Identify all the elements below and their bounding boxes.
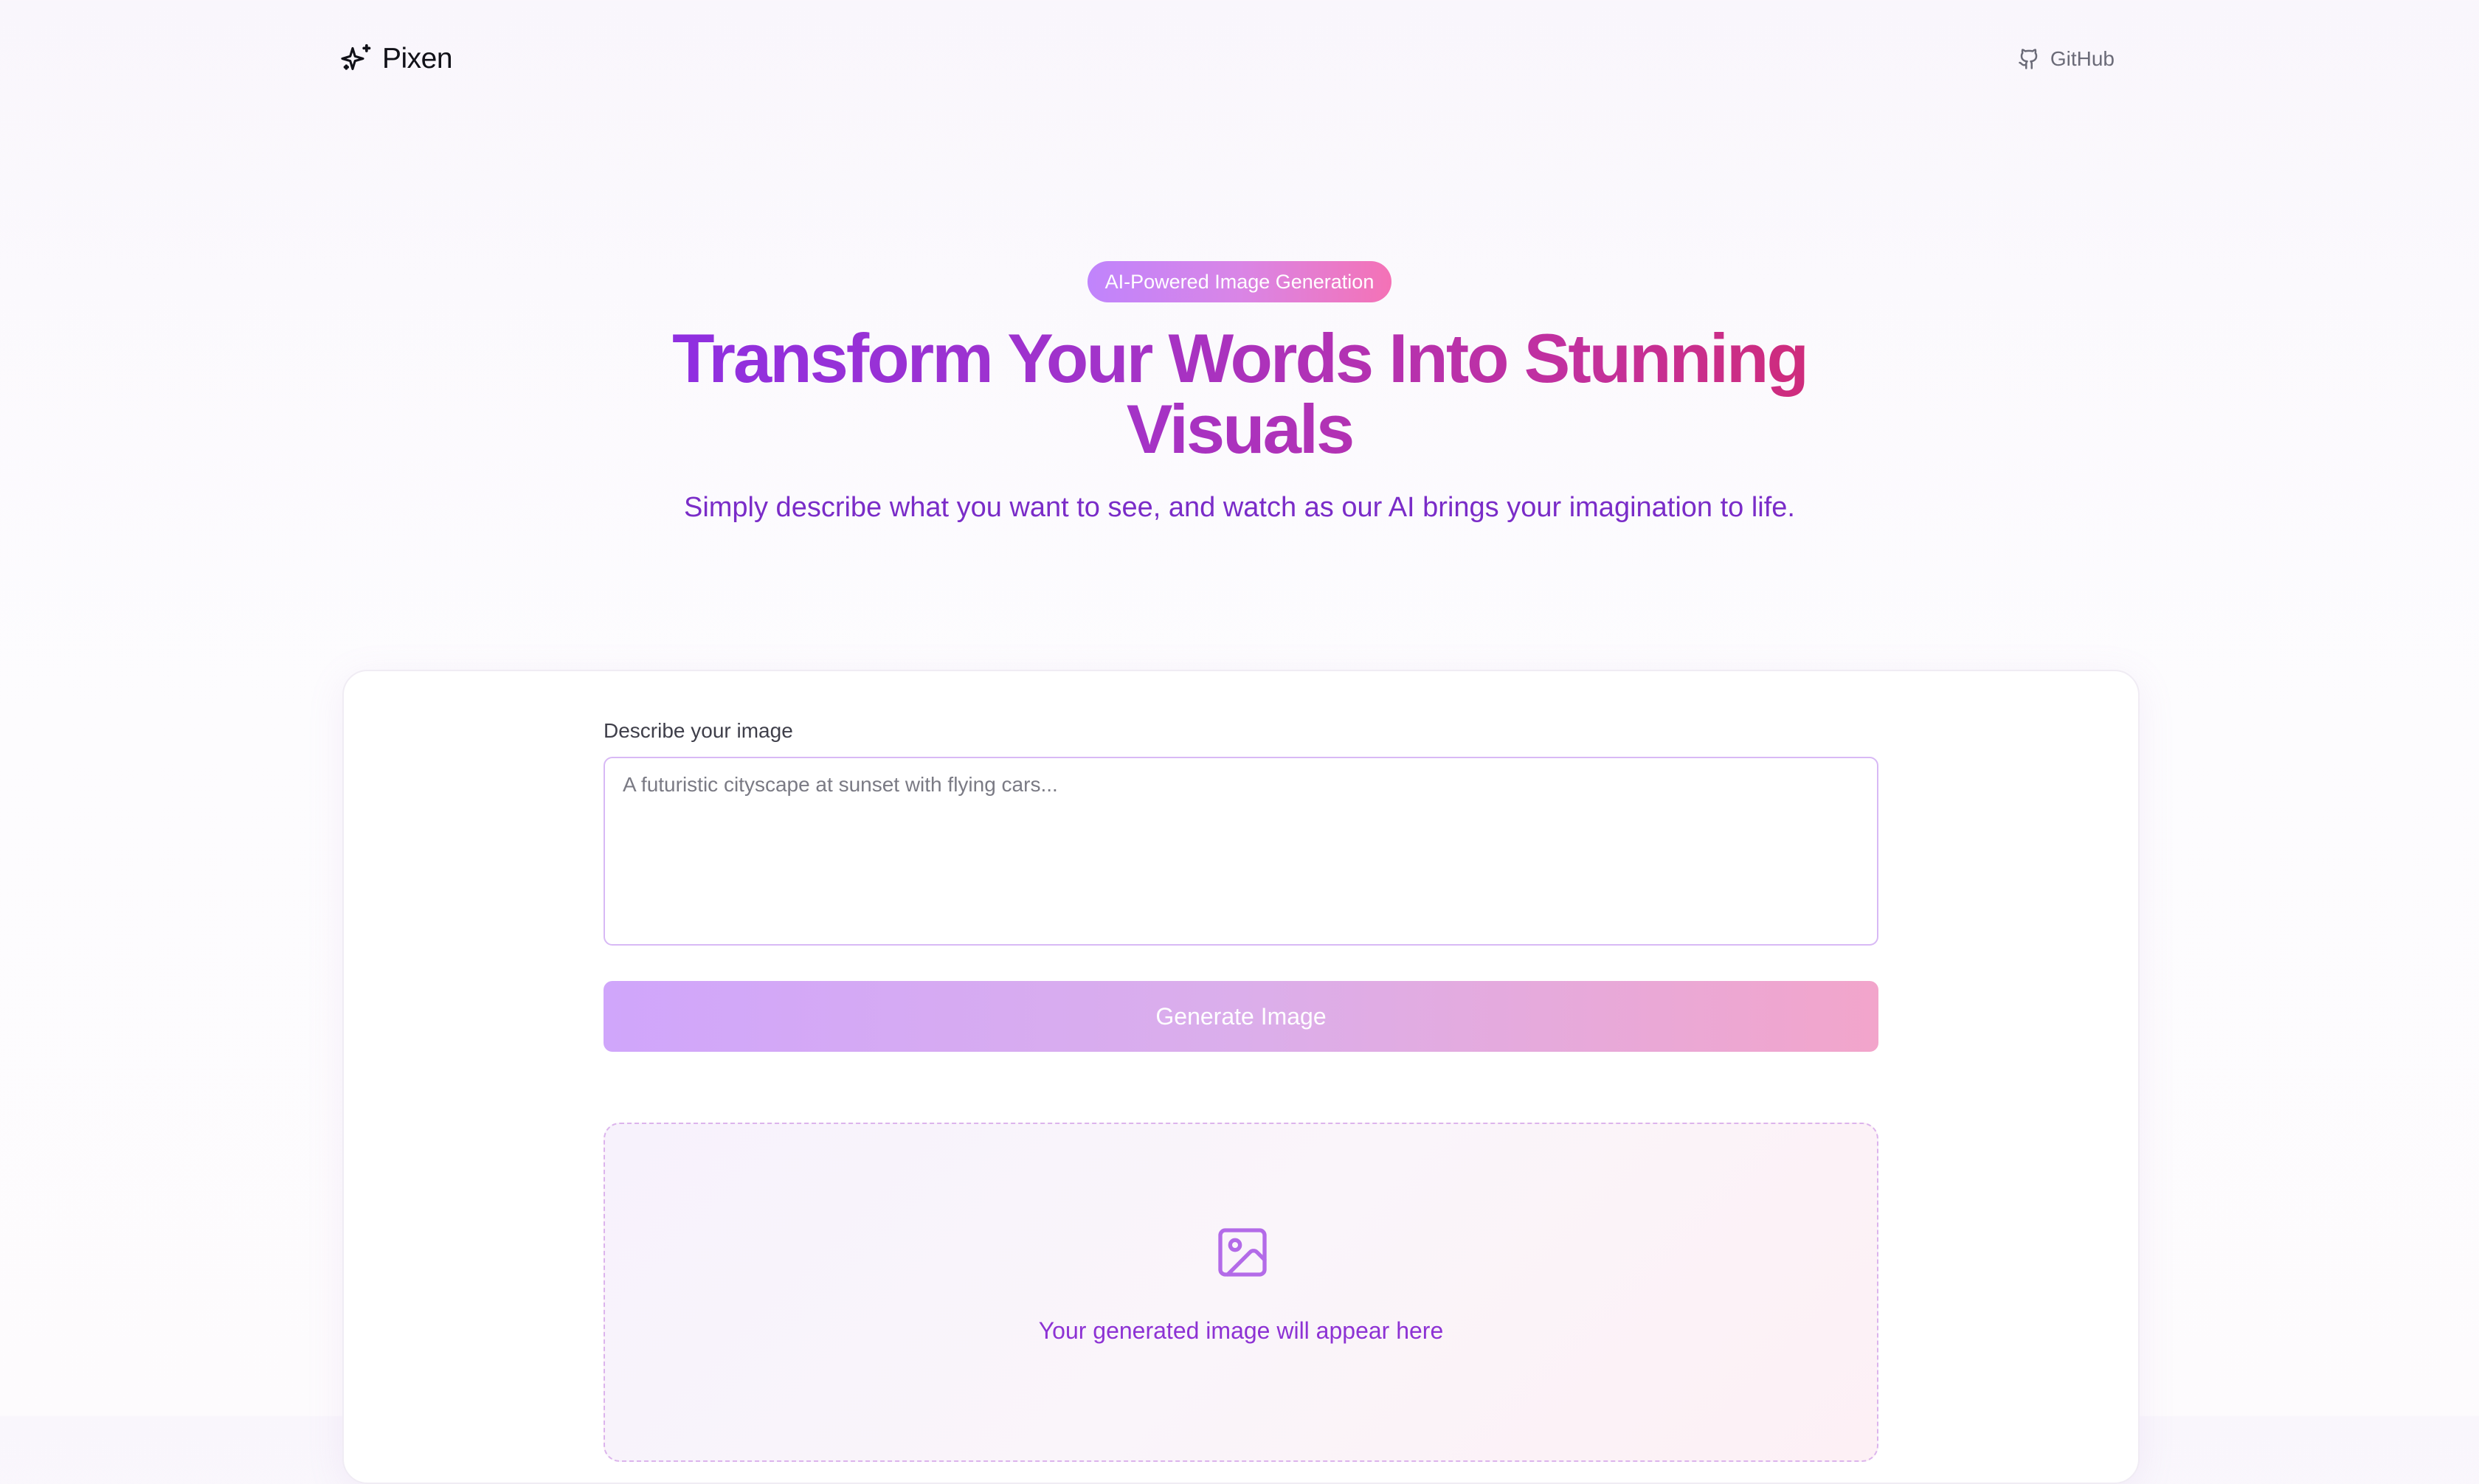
preview-placeholder-text: Your generated image will appear here xyxy=(1038,1317,1444,1344)
prompt-input[interactable] xyxy=(604,757,1878,946)
brand-logo-link[interactable]: Pixen xyxy=(341,43,453,75)
github-label: GitHub xyxy=(2050,47,2115,70)
github-link[interactable]: GitHub xyxy=(2018,47,2115,71)
brand-name: Pixen xyxy=(382,43,453,74)
hero-section: AI-Powered Image Generation Transform Yo… xyxy=(0,261,2479,528)
prompt-label: Describe your image xyxy=(604,719,793,742)
image-preview-area: Your generated image will appear here xyxy=(604,1123,1878,1462)
github-icon xyxy=(2019,49,2038,69)
sparkles-icon xyxy=(341,44,371,71)
page-title: Transform Your Words Into Stunning Visua… xyxy=(575,323,1904,465)
top-navigation: Pixen GitHub xyxy=(341,40,2115,78)
feature-badge: AI-Powered Image Generation xyxy=(1087,261,1392,302)
image-icon xyxy=(1218,1228,1267,1277)
generator-form: Describe your image Generate Image Your … xyxy=(604,717,1878,1462)
hero-subtitle: Simply describe what you want to see, an… xyxy=(683,492,1795,523)
generator-card: Describe your image Generate Image Your … xyxy=(342,670,2140,1484)
generate-image-button[interactable]: Generate Image xyxy=(604,981,1878,1052)
